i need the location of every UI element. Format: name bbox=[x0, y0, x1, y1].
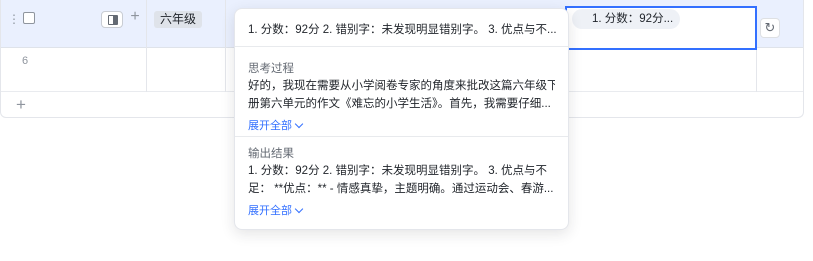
section-divider bbox=[235, 136, 568, 137]
thinking-expand-link[interactable]: 展开全部 bbox=[248, 117, 304, 133]
chevron-down-icon bbox=[294, 119, 304, 129]
expand-record-icon[interactable] bbox=[101, 11, 123, 28]
output-line: 足： **优点：** - 情感真挚，主题明确。通过运动会、春游... bbox=[248, 183, 554, 195]
row-checkbox[interactable] bbox=[23, 12, 35, 24]
plus-icon[interactable]: + bbox=[128, 8, 142, 26]
add-row-icon[interactable]: + bbox=[13, 96, 29, 114]
thinking-line: 好的，我现在需要从小学阅卷专家的角度来批改这篇六年级下 bbox=[248, 80, 555, 92]
output-text: 1. 分数：92分 2. 错别字：未发现明显错别字。 3. 优点与不 足： **… bbox=[248, 162, 555, 198]
refresh-icon[interactable]: ↻ bbox=[760, 18, 780, 38]
result-summary: 1. 分数：92分 2. 错别字：未发现明显错别字。 3. 优点与不... bbox=[248, 24, 557, 36]
column-divider bbox=[756, 48, 757, 92]
output-line: 1. 分数：92分 2. 错别字：未发现明显错别字。 3. 优点与不 bbox=[248, 165, 548, 177]
thinking-text: 好的，我现在需要从小学阅卷专家的角度来批改这篇六年级下 册第六单元的作文《难忘的… bbox=[248, 77, 555, 113]
output-section-title: 输出结果 bbox=[248, 148, 294, 160]
drag-handle-icon[interactable]: ⋮⋮ bbox=[8, 12, 31, 26]
expand-label: 展开全部 bbox=[248, 120, 292, 132]
column-divider bbox=[146, 0, 147, 92]
row-number: 6 bbox=[22, 55, 29, 67]
output-expand-link[interactable]: 展开全部 bbox=[248, 202, 304, 218]
thinking-line: 册第六单元的作文《难忘的小学生活》。首先，我需要仔细... bbox=[248, 98, 551, 110]
ai-result-chip[interactable]: 1. 分数：92分... bbox=[572, 9, 680, 29]
column-divider bbox=[225, 0, 226, 92]
thinking-section-title: 思考过程 bbox=[248, 63, 294, 75]
grade-tag: 六年级 bbox=[154, 11, 203, 28]
expand-label: 展开全部 bbox=[248, 205, 292, 217]
chevron-down-icon bbox=[294, 204, 304, 214]
